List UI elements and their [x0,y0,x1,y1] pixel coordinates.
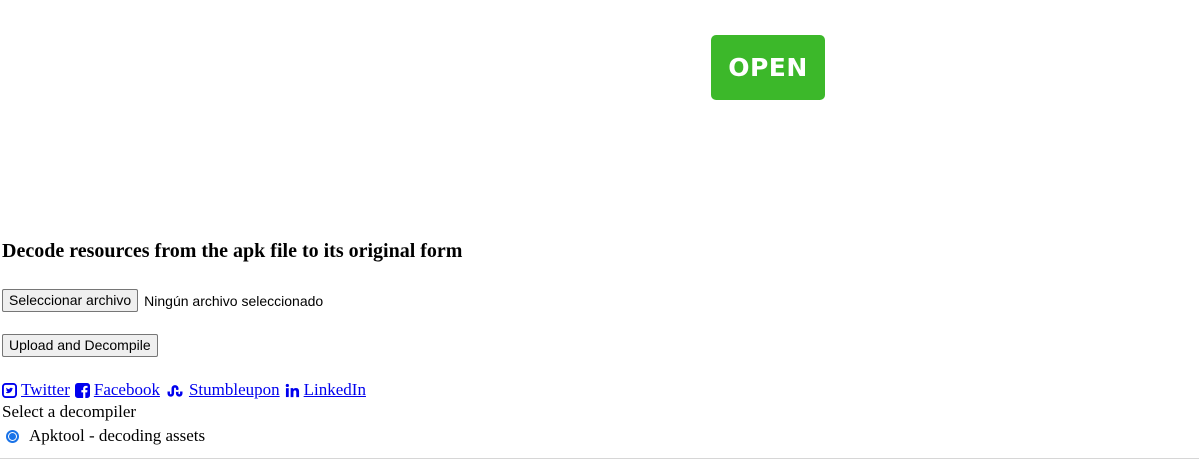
linkedin-link[interactable]: LinkedIn [285,380,366,400]
upload-decompile-button[interactable]: Upload and Decompile [2,334,158,357]
file-status-text: Ningún archivo seleccionado [144,292,324,309]
facebook-link[interactable]: Facebook [74,380,160,400]
choose-file-button[interactable]: Seleccionar archivo [2,289,139,312]
stumbleupon-icon [165,383,185,398]
file-input: Seleccionar archivo Ningún archivo selec… [2,289,323,312]
apktool-radio[interactable] [6,429,19,443]
page-heading: Decode resources from the apk file to it… [2,240,463,262]
apktool-option-label: Apktool - decoding assets [29,426,206,445]
social-links: Twitter Facebook Stumbleupon LinkedIn [2,380,371,400]
decompiler-option[interactable]: Apktool - decoding assets [6,426,205,446]
linkedin-icon [285,383,300,398]
stumbleupon-link[interactable]: Stumbleupon [165,380,280,400]
facebook-link-label: Facebook [93,380,160,399]
twitter-link[interactable]: Twitter [2,380,70,400]
upload-row: Upload and Decompile [2,334,158,357]
open-ad-button[interactable]: OPEN [711,35,825,100]
stumbleupon-link-label: Stumbleupon [188,380,280,399]
divider [0,458,1199,459]
page: OPEN Decode resources from the apk file … [0,0,1199,461]
twitter-icon [2,382,17,398]
radio-selected-dot [9,432,16,440]
linkedin-link-label: LinkedIn [303,380,366,399]
decompiler-label: Select a decompiler [2,402,137,421]
twitter-link-label: Twitter [21,380,70,399]
facebook-icon [74,382,90,398]
